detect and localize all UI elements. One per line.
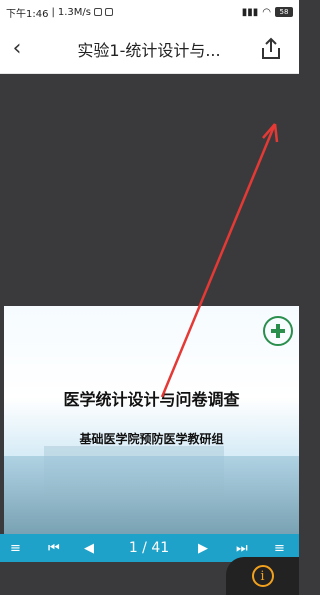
slide-title: 医学统计设计与问卷调查 <box>63 390 240 409</box>
first-page-icon[interactable]: ⏮ <box>48 534 60 562</box>
signal-icon: ▮▮▮ <box>241 6 259 18</box>
share-icon[interactable] <box>258 36 284 62</box>
next-page-icon[interactable]: ▶ <box>198 534 208 562</box>
medical-logo-icon <box>263 316 293 346</box>
document-viewer[interactable]: 医学统计设计与问卷调查 基础医学院预防医学教研组 ≡ ⏮ ◀ 1 / 41 ▶ … <box>0 74 299 595</box>
page-indicator: 1 / 41 <box>128 540 170 556</box>
info-button[interactable]: i <box>226 557 299 595</box>
status-time: 下午1:46 <box>6 8 49 20</box>
outline-list-icon[interactable]: ≡ <box>10 534 21 562</box>
status-bar: 下午1:46 | 1.3M/s ▮▮▮ ◠ 58 <box>0 0 299 24</box>
top-bar: ‹ 实验1-统计设计与... <box>0 24 299 74</box>
document-title: 实验1-统计设计与... <box>77 40 221 60</box>
presentation-slide[interactable]: 医学统计设计与问卷调查 基础医学院预防医学教研组 <box>4 306 299 534</box>
back-chevron-icon[interactable]: ‹ <box>6 36 28 61</box>
slide-background-image <box>4 456 299 534</box>
previous-page-icon[interactable]: ◀ <box>84 534 94 562</box>
alarm-icon <box>93 8 102 16</box>
info-icon[interactable]: i <box>251 565 274 587</box>
network-speed: 1.3M/s <box>57 6 91 18</box>
status-separator: | <box>51 6 55 18</box>
battery-icon: 58 <box>275 7 293 17</box>
notification-icon <box>104 8 113 16</box>
wifi-icon: ◠ <box>262 6 271 18</box>
slide-subtitle: 基础医学院预防医学教研组 <box>79 432 224 446</box>
